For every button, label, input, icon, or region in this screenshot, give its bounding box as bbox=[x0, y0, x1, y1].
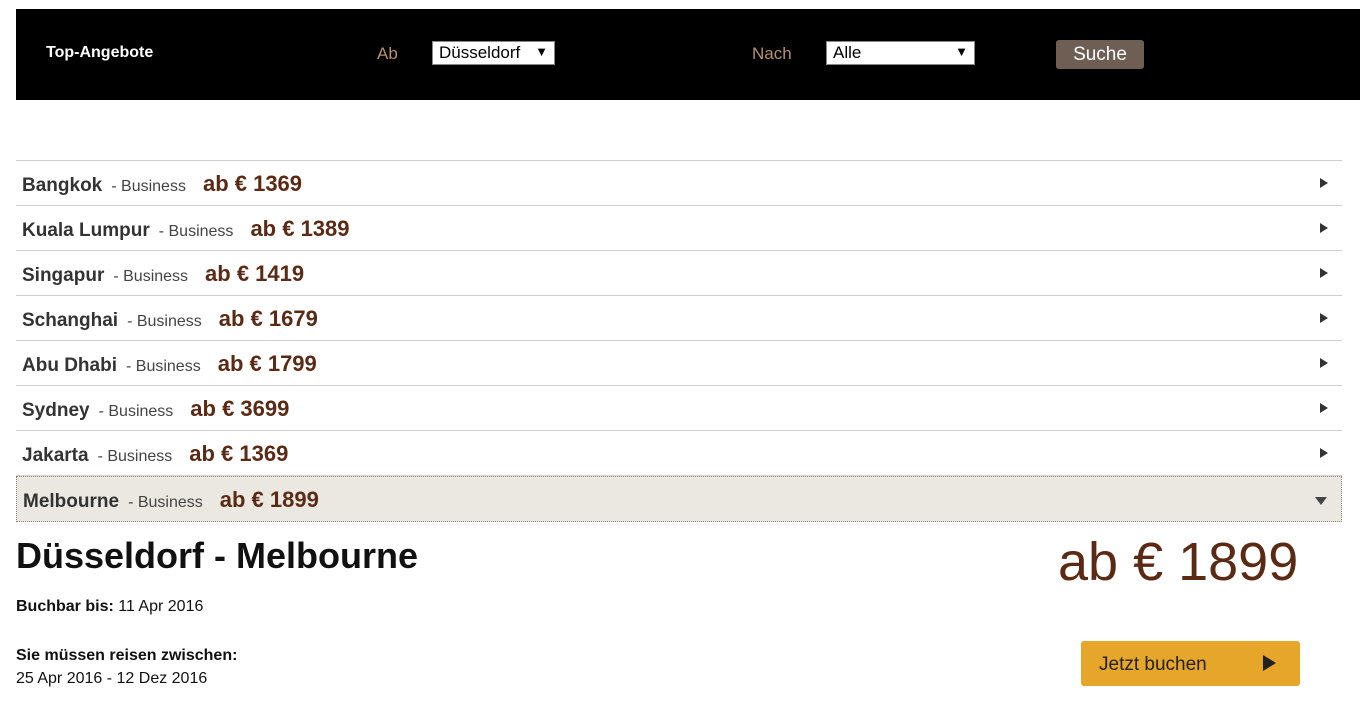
offer-row-jakarta[interactable]: Jakarta - Business ab € 1369 bbox=[16, 431, 1342, 476]
book-now-label: Jetzt buchen bbox=[1099, 654, 1207, 675]
chevron-right-icon bbox=[1320, 448, 1328, 458]
chevron-right-icon bbox=[1320, 223, 1328, 233]
dropdown-arrow-icon: ▼ bbox=[955, 44, 968, 59]
from-select-value: Düsseldorf bbox=[439, 43, 521, 62]
to-select[interactable]: Alle ▼ bbox=[826, 41, 975, 65]
offer-class: - Business bbox=[98, 403, 174, 420]
travel-period-dates: 25 Apr 2016 - 12 Dez 2016 bbox=[16, 670, 208, 687]
chevron-right-icon bbox=[1320, 178, 1328, 188]
offer-class: - Business bbox=[128, 494, 203, 511]
offer-city: Schanghai bbox=[22, 310, 119, 331]
chevron-right-icon bbox=[1320, 403, 1328, 413]
from-select[interactable]: Düsseldorf ▼ bbox=[432, 41, 555, 65]
offer-row-singapur[interactable]: Singapur - Business ab € 1419 bbox=[16, 251, 1342, 296]
play-arrow-icon bbox=[1263, 655, 1276, 671]
travel-period-label: Sie müssen reisen zwischen: bbox=[16, 647, 238, 664]
detail-price: ab € 1899 bbox=[1058, 532, 1299, 592]
offer-city: Abu Dhabi bbox=[22, 355, 117, 376]
chevron-right-icon bbox=[1320, 358, 1328, 368]
offer-price: ab € 3699 bbox=[190, 396, 290, 421]
offer-row-kuala-lumpur[interactable]: Kuala Lumpur - Business ab € 1389 bbox=[16, 206, 1342, 251]
offer-class: - Business bbox=[97, 448, 173, 465]
offer-row-sydney[interactable]: Sydney - Business ab € 3699 bbox=[16, 386, 1342, 431]
offer-class: - Business bbox=[158, 223, 234, 240]
offer-city: Sydney bbox=[22, 400, 90, 421]
to-select-value: Alle bbox=[833, 43, 862, 62]
top-bar: Top-Angebote Ab Düsseldorf ▼ Nach Alle ▼… bbox=[16, 9, 1360, 100]
offer-city: Jakarta bbox=[22, 445, 89, 466]
offer-price: ab € 1899 bbox=[219, 487, 319, 512]
book-now-button[interactable]: Jetzt buchen bbox=[1081, 641, 1300, 686]
chevron-right-icon bbox=[1320, 268, 1328, 278]
offer-price: ab € 1369 bbox=[202, 171, 303, 196]
offer-row-abu-dhabi[interactable]: Abu Dhabi - Business ab € 1799 bbox=[16, 341, 1342, 386]
to-label: Nach bbox=[752, 44, 792, 63]
offer-class: - Business bbox=[126, 358, 201, 375]
offer-city: Melbourne bbox=[23, 491, 120, 512]
offer-row-bangkok[interactable]: Bangkok - Business ab € 1369 bbox=[16, 161, 1342, 206]
offer-row-melbourne[interactable]: Melbourne - Business ab € 1899 bbox=[16, 476, 1342, 522]
offer-list: Bangkok - Business ab € 1369 Kuala Lumpur -… bbox=[16, 160, 1342, 522]
offer-price: ab € 1369 bbox=[189, 441, 289, 466]
offer-city: Bangkok bbox=[22, 175, 103, 196]
search-button[interactable]: Suche bbox=[1056, 40, 1144, 69]
chevron-down-icon bbox=[1315, 497, 1327, 505]
offer-price: ab € 1679 bbox=[218, 306, 318, 331]
bookable-label: Buchbar bis: bbox=[16, 598, 114, 615]
offer-class: - Business bbox=[111, 178, 186, 195]
top-offers-title: Top-Angebote bbox=[46, 44, 154, 61]
offer-row-schanghai[interactable]: Schanghai - Business ab € 1679 bbox=[16, 296, 1342, 341]
offer-class: - Business bbox=[127, 313, 202, 330]
from-label: Ab bbox=[377, 44, 398, 63]
offer-city: Singapur bbox=[22, 265, 105, 286]
bookable-date: 11 Apr 2016 bbox=[118, 598, 204, 615]
offer-price: ab € 1799 bbox=[217, 351, 317, 376]
offer-city: Kuala Lumpur bbox=[22, 220, 150, 241]
offer-price: ab € 1389 bbox=[250, 216, 350, 241]
offer-price: ab € 1419 bbox=[205, 261, 305, 286]
chevron-right-icon bbox=[1320, 313, 1328, 323]
offer-class: - Business bbox=[113, 268, 189, 285]
detail-route-title: Düsseldorf - Melbourne bbox=[16, 535, 419, 576]
dropdown-arrow-icon: ▼ bbox=[535, 44, 548, 59]
bookable-until: Buchbar bis: 11 Apr 2016 bbox=[16, 598, 203, 616]
